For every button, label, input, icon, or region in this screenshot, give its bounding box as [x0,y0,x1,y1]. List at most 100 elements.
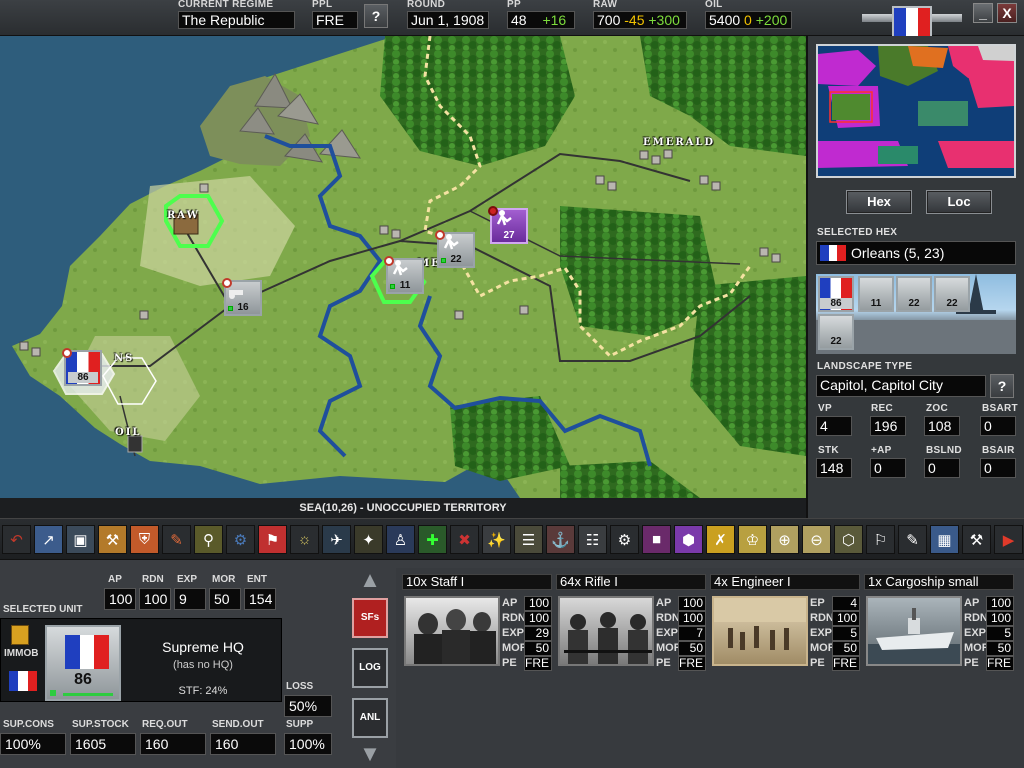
cancel-order-icon[interactable]: ✗ [706,525,735,554]
purple-hex-icon[interactable]: ⬢ [674,525,703,554]
minimize-button[interactable]: _ [973,3,993,23]
unit-hq-west[interactable]: 86 [62,348,102,386]
hex-unit-infantry[interactable]: 22 [818,314,854,350]
hex-grid-icon[interactable]: ⬡ [834,525,863,554]
zoom-in-icon[interactable]: ⊕ [770,525,799,554]
rail-icon[interactable]: ☷ [578,525,607,554]
add-unit-icon[interactable]: ✚ [418,525,447,554]
stk-value: 148 [816,458,852,478]
crane-icon[interactable]: ⚙ [610,525,639,554]
flag-icon[interactable]: ⚐ [866,525,895,554]
engineer-photo [712,596,808,666]
unit-artillery-center[interactable]: 16 [222,278,262,316]
subformation-card-engineer[interactable]: 4x Engineer I EP 4 RDN 100 EXP 5 MOR 50 PE FR… [710,574,860,676]
oil-stat: OIL 5400 0 +200 [705,0,792,29]
right-wing-icon [932,14,962,22]
subformation-card-cargoship[interactable]: 1x Cargoship small AP 100 RDN 100 EXP 5 MOR… [864,574,1014,676]
strategic-map[interactable]: EMERALD RAW OIL NS MEY 86 16 11 22 27 [0,36,806,498]
vp-label: VP [818,403,832,414]
dynamite-icon[interactable]: ✎ [162,525,191,554]
computer-icon[interactable]: ▣ [66,525,95,554]
oil-label: OIL [705,0,723,10]
close-button[interactable]: X [997,3,1017,23]
fuel-icon[interactable]: ⚓ [546,525,575,554]
hq-production-icon[interactable]: ⚒ [98,525,127,554]
pp-value: 48 [511,12,527,28]
pp-stat: PP 48 +16 [507,0,575,29]
landscape-help-button[interactable]: ? [990,374,1014,398]
minimap-canvas [818,46,1014,176]
subformation-title: 10x Staff I [402,574,552,590]
rec-value: 196 [870,416,906,436]
french-flag-icon [65,635,110,669]
raw-minus: -45 [624,12,645,28]
hq-assign-icon[interactable]: ⚑ [258,525,287,554]
tools-icon[interactable]: ✨ [482,525,511,554]
purple-square-icon[interactable]: ■ [642,525,671,554]
statistics-chart-icon[interactable]: ↗ [34,525,63,554]
regime-label: CURRENT REGIME [178,0,274,10]
undo-icon[interactable]: ↶ [2,525,31,554]
idea-bulb-icon[interactable]: ☼ [290,525,319,554]
oil-value: 5400 [709,12,741,28]
minimap[interactable] [816,44,1016,178]
unit-enemy-infantry[interactable]: 27 [488,206,528,244]
unit-strength: 11 [399,280,411,291]
raw-value-box: 700 -45 +300 [593,11,687,29]
hex-unit-hq[interactable]: 86 [818,276,854,312]
wrench-icon[interactable]: ⚒ [962,525,991,554]
ppl-value: FRE [312,11,358,29]
hex-button[interactable]: Hex [846,190,912,214]
factory-icon[interactable]: ⛨ [130,525,159,554]
selected-unit-card[interactable]: IMMOB 86 Supreme HQ (has no HQ) STF: 24% [0,618,282,702]
scroll-up-icon[interactable]: ▲ [350,568,390,592]
unit-move-icon[interactable]: ♔ [738,525,767,554]
subformation-card-rifle[interactable]: 64x Rifle I AP 100 RDN 100 EXP 7 MOR 50 PE FR… [556,574,706,676]
tab-sfs[interactable]: SFs [352,598,388,638]
subformation-title: 4x Engineer I [710,574,860,590]
telescope-icon[interactable]: ⚲ [194,525,223,554]
pp-label: PP [507,0,521,10]
end-turn-icon[interactable]: ▶ [994,525,1023,554]
bsair-label: BSAIR [982,445,1015,456]
bridge-icon[interactable]: ☰ [514,525,543,554]
tab-log[interactable]: LOG [352,648,388,688]
help-button[interactable]: ? [364,4,388,28]
tab-anl[interactable]: ANL [352,698,388,738]
hq-marker-icon [62,348,72,358]
aircraft-icon[interactable]: ✈ [322,525,351,554]
zoom-out-icon[interactable]: ⊖ [802,525,831,554]
oil-plus: +200 [755,12,788,28]
req-out-label: REQ.OUT [142,719,188,730]
zoc-value: 108 [924,416,960,436]
subformation-title: 64x Rifle I [556,574,706,590]
infantry-icon [496,210,512,226]
artillery-fire-icon[interactable]: ✦ [354,525,383,554]
sup-cons-value: 100% [0,733,66,755]
hex-unit-infantry[interactable]: 22 [934,276,970,312]
troops-icon[interactable]: ♙ [386,525,415,554]
zoc-label: ZOC [926,403,949,414]
ent-value: 154 [244,588,276,610]
supp-label: SUPP [286,719,314,730]
immobile-icon [11,625,29,645]
map-overview-icon[interactable]: ▦ [930,525,959,554]
book-icon[interactable]: ✎ [898,525,927,554]
unit-infantry-capital[interactable]: 11 [384,256,424,294]
disband-icon[interactable]: ✖ [450,525,479,554]
french-flag-icon [820,245,847,261]
supply-icon[interactable]: ⚙ [226,525,255,554]
sup-cons-label: SUP.CONS [3,719,54,730]
resource-label-raw: RAW [167,210,200,221]
loc-button[interactable]: Loc [926,190,992,214]
hex-unit-infantry[interactable]: 11 [858,276,894,312]
scroll-down-icon[interactable]: ▼ [350,742,390,766]
hex-unit-infantry[interactable]: 22 [896,276,932,312]
landscape-title: LANDSCAPE TYPE [817,361,913,372]
subformation-card-staff[interactable]: 10x Staff I AP 100 RDN 100 EXP 29 MOR 50 PE F… [402,574,552,676]
bslnd-value: 0 [924,458,960,478]
pp-value-box: 48 +16 [507,11,575,29]
rifle-photo [558,596,654,666]
unit-infantry-front[interactable]: 22 [435,230,475,268]
french-flag-icon [892,6,932,38]
